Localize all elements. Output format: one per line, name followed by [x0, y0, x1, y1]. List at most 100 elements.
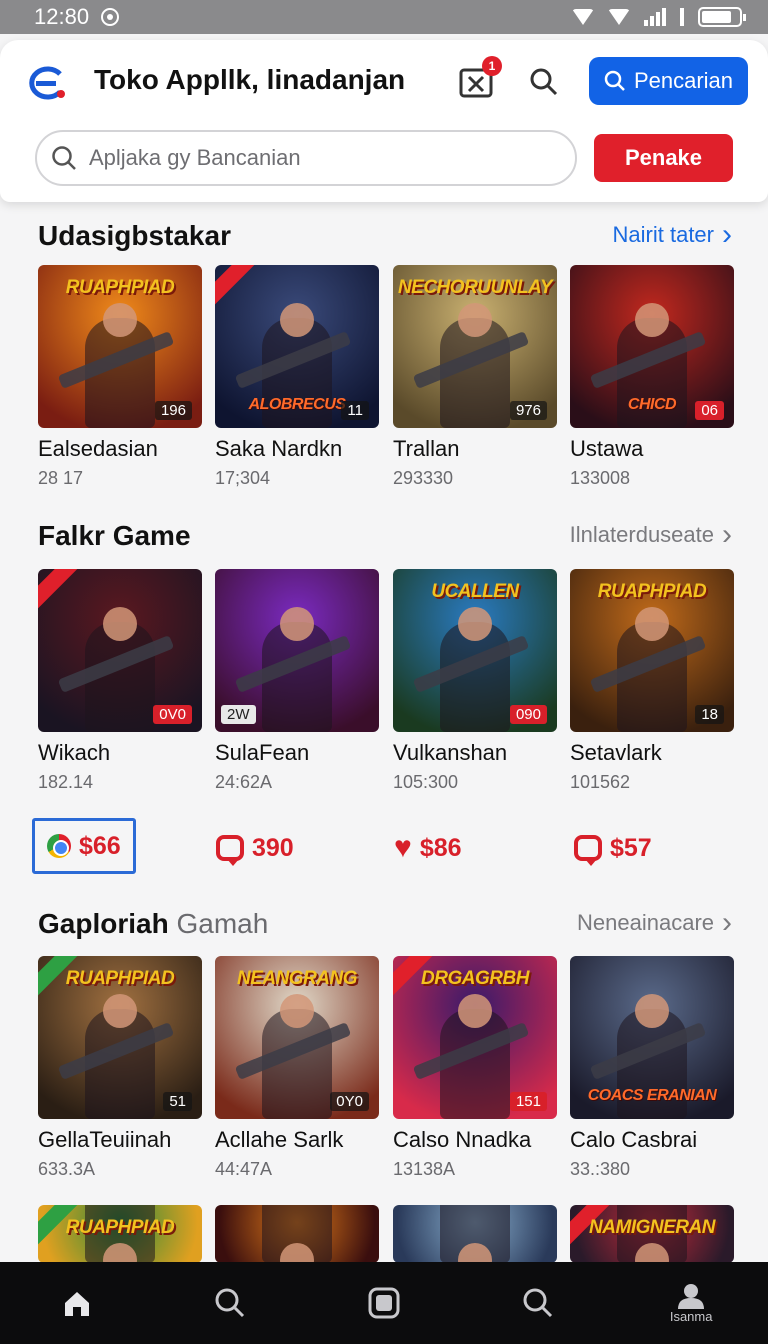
search-button[interactable]: Pencarian	[589, 57, 748, 105]
section-title-text: Gaploriah	[38, 908, 169, 939]
game-card-partial[interactable]: NAMIGNERAN	[570, 1205, 734, 1263]
game-card[interactable]: RUAPHPIAD 51 GellaTeuiinah 633.3A	[38, 956, 202, 1180]
game-logo-text: RUAPHPIAD	[65, 1217, 175, 1238]
page-title: Toko Appllk, linadanjan	[94, 64, 406, 95]
game-title: Wikach	[38, 740, 111, 765]
see-all-link[interactable]: Neneainacare ›	[577, 906, 732, 939]
game-thumbnail[interactable]: RUAPHPIAD	[38, 1205, 202, 1263]
game-thumbnail[interactable]: RUAPHPIAD 51	[38, 956, 202, 1119]
game-count-badge: 0Y0	[330, 1092, 369, 1111]
game-card[interactable]: DRGAGRBH 151 Calso Nnadka 13138A	[393, 956, 557, 1180]
game-thumbnail[interactable]: NECHORUUNLAY 976	[393, 265, 557, 428]
game-card[interactable]: RUAPHPIAD 196 Ealsedasian 28 17	[38, 265, 202, 489]
game-thumbnail[interactable]: CHICD 06	[570, 265, 734, 428]
game-stat: 293330	[393, 468, 454, 488]
artwork-head	[280, 994, 314, 1028]
game-card[interactable]: 0V0 Wikach 182.14	[38, 569, 202, 793]
game-logo-text: RUAPHPIAD	[65, 277, 175, 298]
game-count-badge: 090	[509, 705, 547, 724]
see-all-link[interactable]: Ilnlaterduseate ›	[570, 518, 732, 551]
section-title: Udasigbstakar	[38, 220, 231, 252]
artwork-head	[280, 303, 314, 337]
chat-bubble-icon	[574, 835, 602, 866]
game-stat: 101562	[570, 772, 631, 792]
game-stat: 24:62A	[215, 772, 273, 792]
price-value: 390	[252, 833, 294, 862]
ribbon-tag	[38, 569, 79, 610]
game-stat: 28 17	[38, 468, 84, 488]
artwork-head	[103, 303, 137, 337]
game-card-partial[interactable]	[215, 1205, 379, 1263]
search-bar[interactable]	[35, 130, 577, 186]
game-card-partial[interactable]: RUAPHPIAD	[38, 1205, 202, 1263]
game-logo-text: DRGAGRBH	[421, 968, 529, 989]
game-title: Acllahe Sarlk	[215, 1127, 344, 1152]
game-thumbnail[interactable]: ALOBRECUS 11	[215, 265, 379, 428]
app-logo-icon[interactable]	[28, 66, 68, 100]
game-thumbnail[interactable]: 0V0	[38, 569, 202, 732]
game-count-badge: 2W	[221, 705, 256, 724]
game-stat: 33.:380	[570, 1159, 631, 1179]
game-logo-text: UCALLEN	[431, 581, 519, 602]
game-title: Vulkanshan	[393, 740, 508, 765]
nav-search[interactable]	[190, 1268, 270, 1338]
game-card[interactable]: CHICD 06 Ustawa 133008	[570, 265, 734, 489]
game-card[interactable]: COACS ERANIAN Calo Casbrai 33.:380	[570, 956, 734, 1180]
artwork-head	[635, 303, 669, 337]
game-stat: 182.14	[38, 772, 94, 792]
artwork-head	[635, 994, 669, 1028]
game-stat: 133008	[570, 468, 631, 488]
game-count-badge: 0V0	[153, 705, 192, 724]
bottom-navigation: Isanma	[0, 1262, 768, 1344]
game-card[interactable]: RUAPHPIAD 18 Setavlark 101562	[570, 569, 734, 793]
action-button[interactable]: Penake	[594, 134, 733, 182]
user-icon	[678, 1283, 705, 1309]
game-thumbnail[interactable]: RUAPHPIAD 196	[38, 265, 202, 428]
game-logo-text: NEANGRANG	[236, 968, 358, 989]
wifi-icon-2	[608, 9, 630, 25]
game-thumbnail[interactable]: DRGAGRBH 151	[393, 956, 557, 1119]
game-title: SulaFean	[215, 740, 310, 765]
chevron-right-icon: ›	[722, 518, 732, 551]
game-thumbnail[interactable]	[215, 1205, 379, 1263]
price-button[interactable]: $57	[574, 820, 652, 876]
signal-icon	[644, 8, 666, 26]
cart-button[interactable]: 1	[456, 56, 502, 102]
nav-apps[interactable]	[344, 1268, 424, 1338]
game-thumbnail[interactable]: NEANGRANG 0Y0	[215, 956, 379, 1119]
game-thumbnail[interactable]: UCALLEN 090	[393, 569, 557, 732]
search-icon	[604, 70, 625, 91]
nav-profile[interactable]: Isanma	[651, 1268, 731, 1338]
artwork-head	[635, 607, 669, 641]
nav-home[interactable]	[37, 1268, 117, 1338]
game-card[interactable]: 2W SulaFean 24:62A	[215, 569, 379, 793]
heart-icon: ♥	[394, 831, 412, 864]
game-title: Trallan	[393, 436, 460, 461]
see-all-label: Neneainacare	[577, 910, 714, 935]
game-title: Calo Casbrai	[570, 1127, 698, 1152]
game-thumbnail[interactable]: 2W	[215, 569, 379, 732]
price-button[interactable]: $66	[32, 818, 136, 874]
nav-search-2[interactable]	[498, 1268, 578, 1338]
chevron-right-icon: ›	[722, 218, 732, 251]
price-button[interactable]: ♥ $86	[394, 820, 462, 876]
game-thumbnail[interactable]: RUAPHPIAD 18	[570, 569, 734, 732]
game-count-badge: 11	[341, 401, 369, 420]
game-thumbnail[interactable]: COACS ERANIAN	[570, 956, 734, 1119]
game-title: Calso Nnadka	[393, 1127, 532, 1152]
game-thumbnail[interactable]: NAMIGNERAN	[570, 1205, 734, 1263]
game-title: Ustawa	[570, 436, 644, 461]
chevron-right-icon: ›	[722, 906, 732, 939]
price-value: $86	[419, 833, 462, 862]
game-card[interactable]: NEANGRANG 0Y0 Acllahe Sarlk 44:47A	[215, 956, 379, 1180]
game-card[interactable]: UCALLEN 090 Vulkanshan 105:300	[393, 569, 557, 793]
search-input[interactable]	[89, 145, 529, 171]
see-all-link[interactable]: Nairit tater ›	[613, 218, 732, 251]
game-thumbnail[interactable]	[393, 1205, 557, 1263]
game-logo-text: RUAPHPIAD	[597, 581, 707, 602]
game-card[interactable]: NECHORUUNLAY 976 Trallan 293330	[393, 265, 557, 489]
search-icon-button[interactable]	[524, 62, 564, 102]
game-card[interactable]: ALOBRECUS 11 Saka Nardkn 17;304	[215, 265, 379, 489]
game-card-partial[interactable]	[393, 1205, 557, 1263]
price-button[interactable]: 390	[216, 820, 294, 876]
